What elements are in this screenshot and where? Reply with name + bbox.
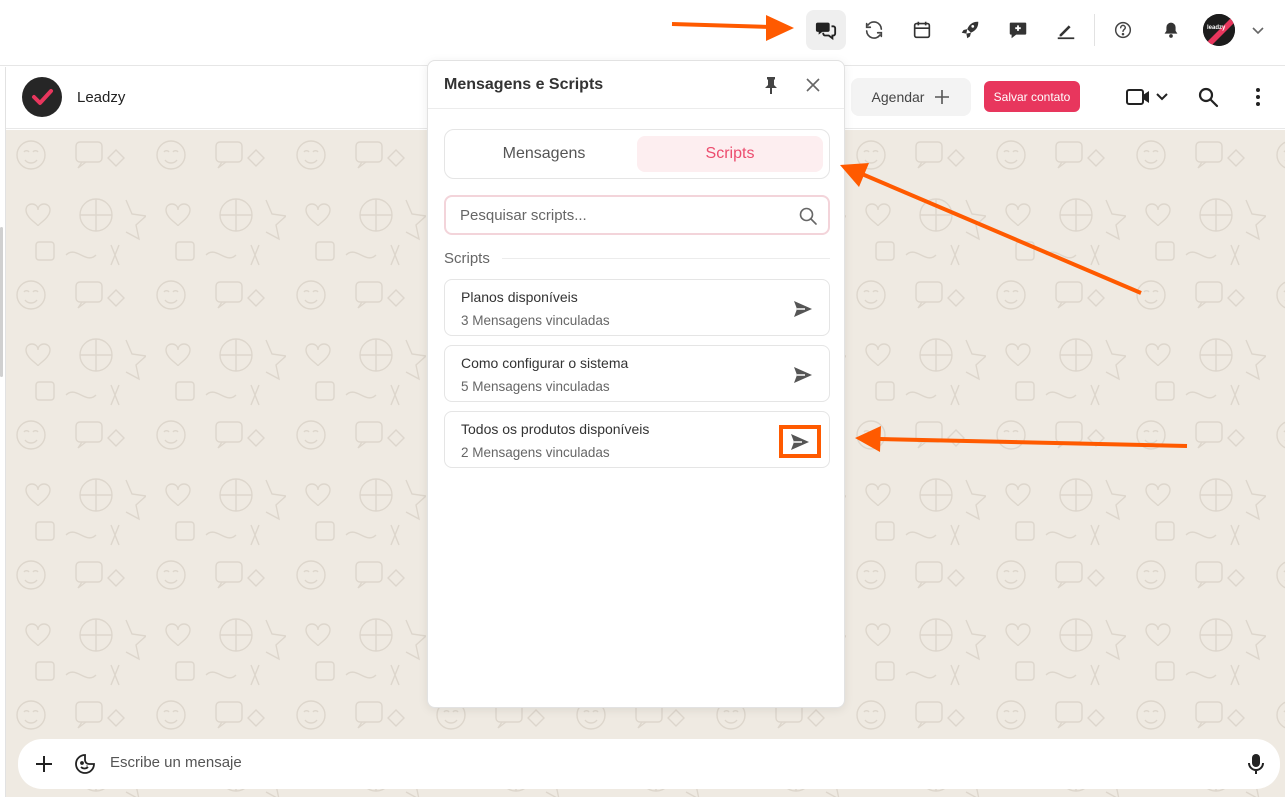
quick-reply-icon bbox=[1009, 22, 1027, 39]
contact-name[interactable]: Leadzy bbox=[77, 89, 125, 106]
script-item[interactable]: Todos os produtos disponíveis 2 Mensagen… bbox=[444, 411, 830, 468]
pen-button[interactable] bbox=[1046, 10, 1086, 50]
section-divider bbox=[502, 258, 830, 259]
pen-icon bbox=[1057, 25, 1075, 40]
video-icon bbox=[1126, 89, 1168, 105]
check-logo-icon bbox=[32, 89, 53, 105]
toolbar-divider bbox=[1094, 14, 1095, 46]
user-avatar[interactable]: leadzy bbox=[1203, 14, 1235, 46]
schedule-label: Agendar bbox=[871, 89, 925, 105]
resize-handle[interactable] bbox=[0, 227, 3, 377]
tab-mensagens[interactable]: Mensagens bbox=[451, 136, 637, 172]
schedule-button[interactable]: Agendar bbox=[851, 78, 971, 116]
search-chat-button[interactable] bbox=[1194, 83, 1222, 111]
message-input[interactable]: Escribe un mensaje bbox=[110, 754, 242, 771]
calendar-icon bbox=[913, 21, 931, 39]
chevron-down-icon[interactable] bbox=[1248, 20, 1268, 40]
microphone-icon[interactable] bbox=[1246, 752, 1266, 776]
quick-reply-button[interactable] bbox=[998, 10, 1038, 50]
messages-scripts-button[interactable] bbox=[806, 10, 846, 50]
script-title: Como configurar o sistema bbox=[461, 355, 629, 371]
avatar-label: leadzy bbox=[1207, 25, 1226, 31]
contact-avatar[interactable] bbox=[22, 77, 62, 117]
notifications-button[interactable] bbox=[1151, 10, 1191, 50]
top-toolbar: leadzy bbox=[0, 0, 1285, 66]
script-title: Planos disponíveis bbox=[461, 289, 578, 305]
sticker-icon[interactable] bbox=[73, 752, 97, 776]
send-icon bbox=[794, 301, 812, 317]
send-script-button[interactable] bbox=[791, 363, 815, 387]
save-contact-button[interactable]: Salvar contato bbox=[984, 81, 1080, 112]
script-title: Todos os produtos disponíveis bbox=[461, 421, 650, 437]
sync-icon bbox=[865, 21, 883, 39]
panel-title: Mensagens e Scripts bbox=[444, 76, 604, 93]
sync-button[interactable] bbox=[854, 10, 894, 50]
search-icon bbox=[1198, 87, 1219, 108]
script-search-input[interactable] bbox=[460, 205, 780, 225]
script-message-count: 5 Mensagens vinculadas bbox=[461, 379, 610, 394]
panel-tabs: Mensagens Scripts bbox=[444, 129, 830, 179]
video-call-button[interactable] bbox=[1124, 83, 1172, 111]
messages-scripts-panel: Mensagens e Scripts Mensagens Scripts Sc… bbox=[427, 60, 845, 708]
search-icon[interactable] bbox=[798, 206, 818, 226]
plus-icon bbox=[935, 90, 950, 104]
scripts-section-label: Scripts bbox=[444, 250, 490, 267]
menu-button[interactable] bbox=[1244, 83, 1272, 111]
help-button[interactable] bbox=[1103, 10, 1143, 50]
send-icon bbox=[794, 367, 812, 383]
kebab-menu-icon bbox=[1256, 88, 1260, 106]
panel-divider bbox=[428, 108, 844, 109]
rocket-icon bbox=[961, 21, 979, 39]
script-message-count: 2 Mensagens vinculadas bbox=[461, 445, 610, 460]
messages-scripts-icon bbox=[815, 22, 837, 41]
tab-scripts[interactable]: Scripts bbox=[637, 136, 823, 172]
attach-plus-icon[interactable] bbox=[34, 754, 54, 774]
bell-icon bbox=[1164, 22, 1178, 38]
close-icon[interactable] bbox=[804, 76, 822, 94]
script-item[interactable]: Planos disponíveis 3 Mensagens vinculada… bbox=[444, 279, 830, 336]
send-script-button[interactable] bbox=[779, 425, 821, 458]
rocket-button[interactable] bbox=[950, 10, 990, 50]
send-icon bbox=[791, 433, 809, 450]
script-message-count: 3 Mensagens vinculadas bbox=[461, 313, 610, 328]
pin-icon[interactable] bbox=[762, 75, 780, 95]
script-item[interactable]: Como configurar o sistema 5 Mensagens vi… bbox=[444, 345, 830, 402]
calendar-button[interactable] bbox=[902, 10, 942, 50]
send-script-button[interactable] bbox=[791, 297, 815, 321]
script-search-box bbox=[444, 195, 830, 235]
help-icon bbox=[1114, 21, 1132, 39]
